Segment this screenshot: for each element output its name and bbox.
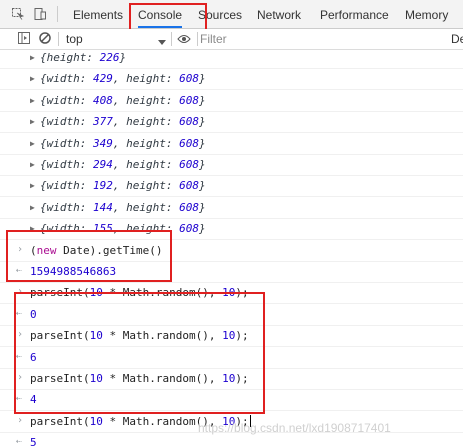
result-arrow-icon: ⇠ [16, 350, 23, 362]
expand-triangle-icon[interactable]: ▶ [30, 160, 35, 169]
object-text: {width: 408, height: 608} [40, 93, 206, 107]
expand-triangle-icon[interactable]: ▶ [30, 74, 35, 83]
console-log-object[interactable]: ▶ {width: 377, height: 608} [0, 112, 463, 134]
console-log-object[interactable]: ▶ {width: 349, height: 608} [0, 134, 463, 155]
expand-triangle-icon[interactable]: ▶ [30, 96, 35, 105]
console-command: › parseInt(10 * Math.random(), 10); [0, 326, 463, 348]
tab-console[interactable]: Console [138, 0, 183, 28]
console-command: › parseInt(10 * Math.random(), 10); [0, 369, 463, 390]
result-value: 4 [30, 393, 37, 407]
object-text: {width: 349, height: 608} [40, 136, 206, 150]
sidebar-toggle-icon[interactable] [18, 32, 30, 47]
result-arrow-icon: ⇠ [16, 265, 23, 276]
console-result: ⇠ 4 [0, 390, 463, 412]
toolbar-divider [58, 32, 59, 46]
console-result: ⇠ 0 [0, 305, 463, 326]
expand-triangle-icon[interactable]: ▶ [30, 224, 35, 233]
console-result: ⇠ 6 [0, 348, 463, 369]
console-log-object[interactable]: ▶ {width: 192, height: 608} [0, 176, 463, 198]
object-text: {width: 144, height: 608} [40, 200, 206, 214]
clear-console-icon[interactable] [39, 32, 51, 47]
chevron-down-icon [158, 35, 166, 49]
console-toolbar: top De [0, 29, 463, 50]
prompt-chevron-icon: › [17, 329, 24, 341]
live-expression-eye-icon[interactable] [177, 33, 191, 47]
expand-triangle-icon[interactable]: ▶ [30, 203, 35, 212]
command-text: parseInt(10 * Math.random(), 10); [30, 286, 249, 300]
tab-sources[interactable]: Sources [198, 0, 242, 28]
devtools-tab-bar: Elements Console Sources Network Perform… [0, 0, 463, 29]
object-text: {height: 226} [40, 51, 127, 64]
context-selector[interactable]: top [66, 32, 166, 46]
tab-memory[interactable]: Memory [405, 0, 448, 28]
expand-triangle-icon[interactable]: ▶ [30, 181, 35, 190]
object-text: {width: 155, height: 608} [40, 222, 206, 236]
console-log-object[interactable]: ▶ {width: 429, height: 608} [0, 69, 463, 91]
tab-network[interactable]: Network [257, 0, 301, 28]
toolbar-divider [171, 32, 172, 46]
command-text: parseInt(10 * Math.random(), 10); [30, 372, 249, 385]
expand-triangle-icon[interactable]: ▶ [30, 53, 35, 62]
expand-triangle-icon[interactable]: ▶ [30, 139, 35, 148]
console-log-object[interactable]: ▶ {width: 155, height: 608} [0, 219, 463, 241]
command-text: parseInt(10 * Math.random(), 10); [30, 329, 249, 343]
command-text: (new Date).getTime() [30, 243, 163, 257]
result-value: 5 [30, 436, 37, 446]
console-log-object[interactable]: ▶ {width: 408, height: 608} [0, 91, 463, 112]
result-arrow-icon: ⇠ [16, 307, 23, 319]
console-log-object[interactable]: ▶ {width: 144, height: 608} [0, 198, 463, 219]
console-command: › (new Date).getTime() [0, 241, 463, 262]
object-text: {width: 294, height: 608} [40, 158, 206, 171]
watermark: https://blog.csdn.net/lxd1908717401 [198, 421, 391, 435]
result-arrow-icon: ⇠ [16, 393, 23, 405]
result-value: 1594988546863 [30, 265, 117, 278]
result-arrow-icon: ⇠ [16, 436, 23, 446]
console-log-object[interactable]: ▶ {width: 294, height: 608} [0, 155, 463, 176]
result-value: 0 [30, 307, 37, 321]
prompt-chevron-icon: › [17, 372, 24, 383]
filter-input[interactable] [200, 30, 445, 47]
prompt-chevron-icon: › [17, 414, 24, 426]
default-levels-label[interactable]: De [451, 32, 463, 46]
console-result: ⇠ 1594988546863 [0, 262, 463, 283]
console-messages: ▶ {height: 226} ▶ {width: 429, height: 608}… [0, 50, 463, 446]
object-text: {width: 429, height: 608} [40, 72, 206, 86]
toolbar-divider [57, 6, 58, 22]
device-toolbar-icon[interactable] [34, 8, 46, 20]
expand-triangle-icon[interactable]: ▶ [30, 117, 35, 126]
console-command: › parseInt(10 * Math.random(), 10); [0, 283, 463, 305]
prompt-chevron-icon: › [17, 243, 24, 255]
inspect-element-icon[interactable] [12, 8, 25, 20]
console-log-object[interactable]: ▶ {height: 226} [0, 50, 463, 69]
toolbar-divider [197, 32, 198, 46]
result-value: 6 [30, 350, 37, 364]
context-label: top [66, 32, 83, 46]
tab-performance[interactable]: Performance [320, 0, 389, 28]
tab-elements[interactable]: Elements [73, 0, 123, 28]
object-text: {width: 377, height: 608} [40, 115, 206, 129]
object-text: {width: 192, height: 608} [40, 179, 206, 193]
prompt-chevron-icon: › [17, 286, 24, 298]
console-result: ⇠ 5 [0, 433, 463, 446]
